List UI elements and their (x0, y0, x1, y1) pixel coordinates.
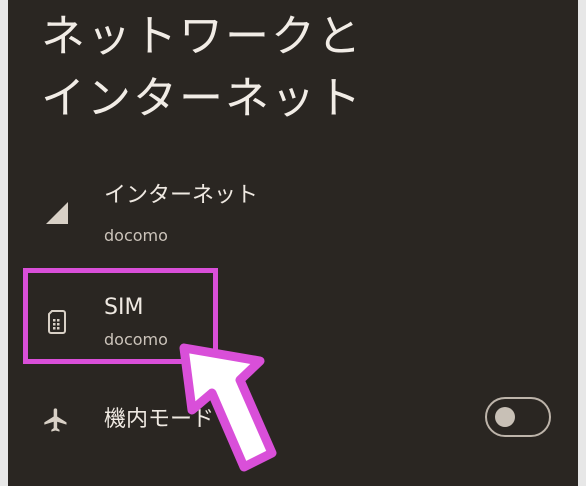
pointer-arrow-icon (179, 343, 277, 472)
settings-screen: ネットワークと インターネット インターネット docomo SIM docom (8, 0, 578, 486)
